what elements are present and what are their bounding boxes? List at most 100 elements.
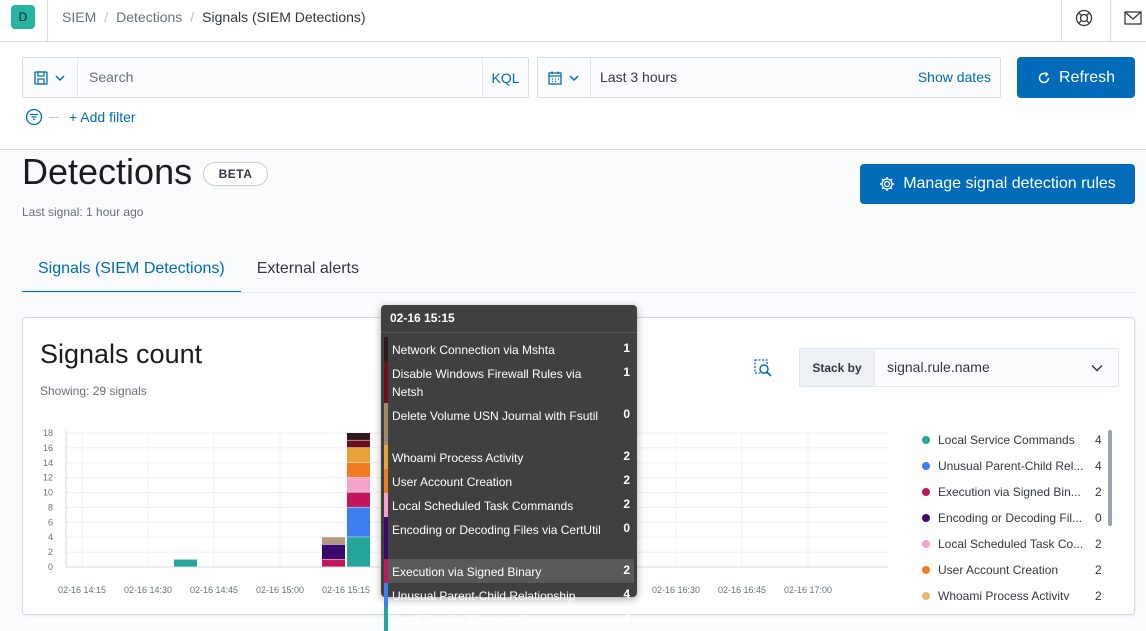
x-tick-label: 02-16 17:00 [784,585,832,595]
top-nav-bar: D SIEM / Detections / Signals (SIEM Dete… [0,0,1146,42]
breadcrumb-detections[interactable]: Detections [116,9,182,25]
y-tick-label: 4 [48,532,53,542]
bar-segment [347,433,370,440]
tooltip-series-value: 1 [623,365,630,379]
x-tick-label: 02-16 14:45 [190,585,238,595]
bar-segment [322,559,345,567]
tooltip-series-name: User Account Creation [392,475,513,489]
filter-row: + Add filter [25,108,136,126]
x-tick-label: 02-16 16:30 [652,585,700,595]
legend-item[interactable]: Local Service Commands 4 [918,430,1108,450]
tooltip-row: Delete Volume USN Journal with Fsutil 0 [384,403,634,445]
kql-toggle-button[interactable]: KQL [482,58,528,97]
legend-color-dot [922,462,930,470]
manage-rules-button[interactable]: Manage signal detection rules [860,164,1135,204]
bar-segment [347,537,370,567]
tooltip-series-value: 2 [623,563,630,577]
tooltip-series-value: 2 [623,449,630,463]
tooltip-row: User Account Creation 2 [384,469,634,493]
tab-external-alerts[interactable]: External alerts [241,250,375,293]
legend-label: Local Service Commands [938,433,1075,447]
legend-value: 0 [1095,511,1102,525]
tooltip-series-value: 1 [623,341,630,355]
tooltip-series-value: 4 [623,587,630,601]
tab-signals[interactable]: Signals (SIEM Detections) [22,250,241,293]
tooltip-series-color [384,517,388,559]
tooltip-row: Disable Windows Firewall Rules via Netsh… [384,361,634,403]
saved-query-button[interactable] [23,58,78,97]
divider [47,0,48,41]
legend-value: 2 [1095,589,1102,600]
search-bar: Search KQL [22,57,529,98]
legend-label: Execution via Signed Bin... [938,485,1081,499]
breadcrumb-siem[interactable]: SIEM [62,9,96,25]
tooltip-series-color [384,445,388,469]
filter-options-icon[interactable] [25,108,43,126]
y-tick-label: 10 [43,488,53,498]
legend-color-dot [922,436,930,444]
tooltip-series-value: 4 [623,611,630,625]
tooltip-row: Network Connection via Mshta 1 [384,337,634,361]
legend-item[interactable]: Execution via Signed Bin... 2 [918,482,1108,502]
legend-label: Local Scheduled Task Co... [938,537,1084,551]
x-tick-label: 02-16 15:15 [322,585,370,595]
help-icon[interactable] [1075,9,1093,27]
tooltip-series-name: Local Scheduled Task Commands [392,499,574,513]
bar-segment [322,544,345,560]
tooltip-series-name: Whoami Process Activity [392,451,524,465]
quick-date-menu-button[interactable] [538,58,591,97]
divider [22,292,1135,293]
legend-color-dot [922,592,930,600]
legend-item[interactable]: Unusual Parent-Child Rel... 4 [918,456,1108,476]
tooltip-series-name: Disable Windows Firewall Rules via Netsh [392,367,582,399]
stack-by-select[interactable]: Stack by signal.rule.name [799,348,1119,387]
tab-bar: Signals (SIEM Detections) External alert… [22,250,375,293]
show-dates-link[interactable]: Show dates [918,69,991,85]
tooltip-series-name: Unusual Parent-Child Relationship [392,589,576,603]
divider [1061,0,1062,41]
legend-color-dot [922,488,930,496]
tooltip-row: Local Service Commands 4 [384,607,634,631]
search-input[interactable]: Search [89,69,133,85]
y-tick-label: 6 [48,517,53,527]
y-tick-label: 14 [43,458,53,468]
legend-scrollbar[interactable] [1108,430,1112,526]
newsfeed-icon[interactable] [1124,10,1142,26]
tooltip-series-color [384,493,388,517]
tooltip-row: Encoding or Decoding Files via CertUtil 0 [384,517,634,559]
x-tick-label: 02-16 15:00 [256,585,304,595]
inspect-icon[interactable] [753,358,773,378]
date-range-value[interactable]: Last 3 hours [600,69,677,85]
tooltip-series-color [384,337,388,361]
breadcrumb-separator: / [104,9,109,25]
legend-item[interactable]: User Account Creation 2 [918,560,1108,580]
tooltip-series-value: 0 [623,407,630,421]
tooltip-row: Execution via Signed Binary 2 [384,559,634,583]
add-filter-button[interactable]: + Add filter [69,109,136,125]
chevron-down-icon [55,74,65,81]
bar-segment [322,537,345,545]
space-avatar[interactable]: D [11,5,35,29]
tooltip-series-value: 2 [623,473,630,487]
tooltip-row: Local Scheduled Task Commands 2 [384,493,634,517]
legend-color-dot [922,566,930,574]
legend-item[interactable]: Local Scheduled Task Co... 2 [918,534,1108,554]
chart-tooltip: 02-16 15:15 Network Connection via Mshta… [381,305,637,631]
divider [49,116,59,118]
tooltip-row: Whoami Process Activity 2 [384,445,634,469]
y-tick-label: 0 [48,562,53,572]
bar-segment [347,447,370,463]
refresh-button[interactable]: Refresh [1017,57,1135,98]
tooltip-series-value: 0 [623,521,630,535]
bar-segment [347,477,370,493]
tooltip-series-color [384,361,388,403]
save-icon [34,70,48,85]
bar-segment [347,492,370,507]
legend-item[interactable]: Encoding or Decoding Fil... 0 [918,508,1108,528]
y-tick-label: 18 [43,428,53,438]
tooltip-row: Unusual Parent-Child Relationship 4 [384,583,634,607]
legend-value: 2 [1095,537,1102,551]
legend-label: Whoami Process Activity [938,589,1070,600]
legend-item[interactable]: Whoami Process Activity 2 [918,586,1108,600]
legend-value: 4 [1095,433,1102,447]
